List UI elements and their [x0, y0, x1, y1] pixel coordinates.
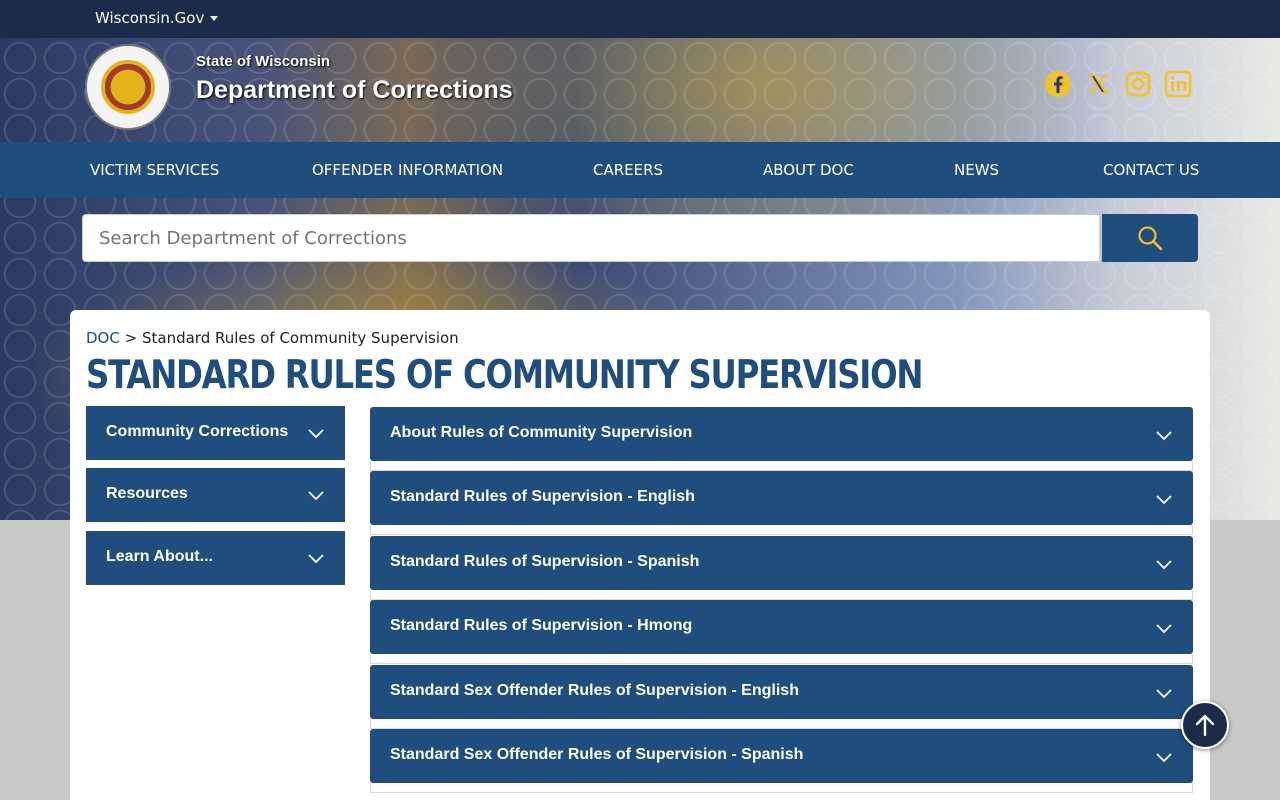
sidebar-item-label: Community Corrections [106, 423, 289, 440]
nav-about-doc[interactable]: ABOUT DOC [763, 161, 854, 179]
wisconsin-gov-dropdown[interactable]: Wisconsin.Gov [95, 9, 219, 27]
breadcrumb-current: Standard Rules of Community Supervision [141, 329, 459, 347]
accordion-rules-english[interactable]: Standard Rules of Supervision - English [370, 471, 1193, 525]
main-navigation: VICTIM SERVICES OFFENDER INFORMATION CAR… [0, 142, 1280, 198]
nav-victim-services[interactable]: VICTIM SERVICES [90, 161, 219, 179]
chevron-down-icon [1156, 689, 1172, 699]
breadcrumb-separator: > [124, 329, 138, 347]
accordion-sex-offender-spanish[interactable]: Standard Sex Offender Rules of Supervisi… [370, 729, 1193, 783]
chevron-down-icon [308, 429, 324, 439]
accordion-rules-spanish[interactable]: Standard Rules of Supervision - Spanish [370, 536, 1193, 590]
accordion-label: Standard Rules of Supervision - Hmong [390, 617, 693, 634]
sidebar-item-learn-about[interactable]: Learn About... [86, 531, 345, 585]
caret-down-icon [210, 16, 219, 21]
accordion-label: Standard Rules of Supervision - Spanish [390, 553, 700, 570]
search-input[interactable] [82, 214, 1100, 262]
chevron-down-icon [308, 554, 324, 564]
sidebar-item-community-corrections[interactable]: Community Corrections [86, 406, 345, 460]
back-to-top-button[interactable] [1181, 701, 1229, 749]
sidebar-item-label: Resources [106, 485, 188, 502]
accordion-sex-offender-english[interactable]: Standard Sex Offender Rules of Supervisi… [370, 665, 1193, 719]
instagram-icon[interactable] [1124, 70, 1152, 98]
accordion-about-rules[interactable]: About Rules of Community Supervision [370, 407, 1193, 461]
wisconsin-gov-label: Wisconsin.Gov [95, 9, 205, 27]
arrow-up-icon [1195, 714, 1215, 737]
x-icon[interactable] [1084, 70, 1112, 98]
accordion-label: Standard Rules of Supervision - English [390, 488, 695, 505]
chevron-down-icon [308, 491, 324, 501]
department-name[interactable]: Department of Corrections [196, 76, 513, 105]
accordion-label: Standard Sex Offender Rules of Supervisi… [390, 682, 799, 699]
search-icon [1138, 226, 1163, 251]
linkedin-icon[interactable] [1164, 70, 1192, 98]
nav-careers[interactable]: CAREERS [593, 161, 663, 179]
chevron-down-icon [1156, 495, 1172, 505]
accordion-rules-hmong[interactable]: Standard Rules of Supervision - Hmong [370, 600, 1193, 654]
chevron-down-icon [1156, 753, 1172, 763]
facebook-icon[interactable] [1044, 70, 1072, 98]
state-seal-logo[interactable] [85, 44, 171, 130]
chevron-down-icon [1156, 431, 1172, 441]
breadcrumb-home-link[interactable]: DOC [86, 329, 120, 347]
chevron-down-icon [1156, 560, 1172, 570]
search-button[interactable] [1102, 214, 1198, 262]
chevron-down-icon [1156, 624, 1172, 634]
sidebar-item-resources[interactable]: Resources [86, 468, 345, 522]
page-title: STANDARD RULES OF COMMUNITY SUPERVISION [86, 353, 923, 398]
nav-contact-us[interactable]: CONTACT US [1103, 161, 1199, 179]
breadcrumb: DOC > Standard Rules of Community Superv… [86, 329, 459, 347]
accordion-label: Standard Sex Offender Rules of Supervisi… [390, 746, 804, 763]
state-label[interactable]: State of Wisconsin [196, 53, 330, 70]
sidebar-item-label: Learn About... [106, 548, 213, 565]
utility-bar: Wisconsin.Gov [0, 0, 1280, 38]
nav-offender-information[interactable]: OFFENDER INFORMATION [312, 161, 503, 179]
accordion-label: About Rules of Community Supervision [390, 424, 693, 441]
nav-news[interactable]: NEWS [954, 161, 999, 179]
